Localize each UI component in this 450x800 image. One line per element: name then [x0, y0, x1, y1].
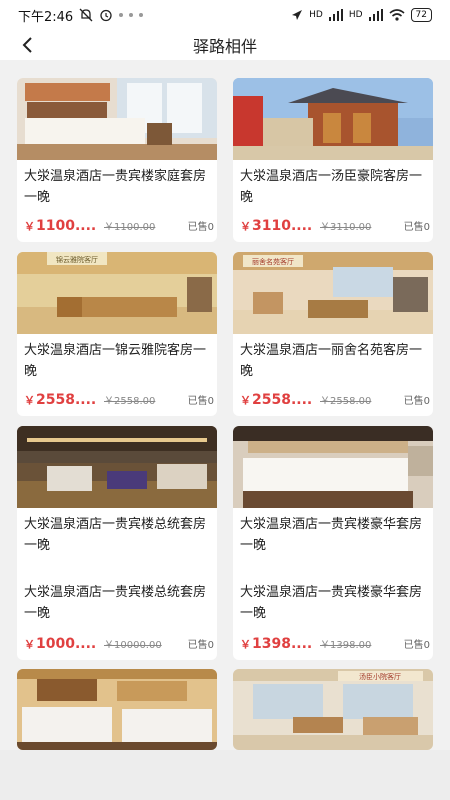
original-price: ￥2558.00 — [104, 396, 156, 407]
price: ￥1100.... — [24, 218, 97, 234]
signal-icon — [328, 9, 343, 21]
notification-dot — [119, 13, 124, 17]
sold-count: 已售0 — [187, 396, 214, 407]
price-row: ￥3110.... ￥3110.00 已售0 — [240, 218, 430, 234]
original-price: ￥3110.00 — [320, 222, 372, 233]
product-card-overlay[interactable]: 大泶温泉酒店一贵宾楼豪华套房一晚 ￥1398.... ￥1398.00 已售0 — [233, 574, 433, 660]
price: ￥2558.... — [24, 392, 97, 408]
product-image: 丽舍名苑客厅 — [233, 252, 433, 334]
signal-label-2: HD — [348, 10, 363, 20]
price-row: ￥1000.... ￥10000.00 已售0 — [24, 636, 214, 652]
original-price: ￥2558.00 — [320, 396, 372, 407]
product-title: 大泶温泉酒店一贵宾楼豪华套房一晚 — [240, 585, 423, 621]
price: ￥1000.... — [24, 636, 97, 652]
product-card[interactable]: 汤臣小院客厅 — [233, 669, 433, 750]
product-image — [17, 78, 217, 160]
price-row: ￥1100.... ￥1100.00 已售0 — [24, 218, 214, 234]
product-image — [17, 669, 217, 750]
image-sign: 汤臣小院客厅 — [359, 672, 401, 681]
sold-count: 已售0 — [187, 222, 214, 233]
nav-bar: 驿路相伴 — [0, 30, 450, 60]
price: ￥3110.... — [240, 218, 313, 234]
sold-count: 已售0 — [187, 640, 214, 651]
product-grid: 大泶温泉酒店一贵宾楼家庭套房一晚 ￥1100.... ￥1100.00 已售0 … — [0, 60, 450, 750]
battery-icon: 72 — [410, 8, 432, 22]
status-bar: 下午2:46 HD HD 72 — [0, 0, 450, 30]
product-card[interactable]: 大泶温泉酒店一汤臣豪院客房一晚 ￥3110.... ￥3110.00 已售0 — [233, 78, 433, 242]
product-image — [17, 426, 217, 508]
page-title: 驿路相伴 — [192, 37, 257, 56]
product-image: 锦云雅院客厅 — [17, 252, 217, 334]
signal-label-1: HD — [309, 10, 323, 20]
product-image: 汤臣小院客厅 — [233, 669, 433, 750]
sold-count: 已售0 — [403, 222, 430, 233]
product-title: 大泶温泉酒店一锦云雅院客房一晚 — [24, 343, 207, 379]
location-icon — [292, 10, 303, 20]
notification-dot — [129, 13, 134, 17]
notification-dot — [139, 13, 144, 17]
original-price: ￥1100.00 — [104, 222, 156, 233]
product-title: 大泶温泉酒店一丽舍名苑客房一晚 — [240, 343, 423, 379]
product-image — [233, 78, 433, 160]
product-card[interactable] — [17, 669, 217, 750]
product-title: 大泶温泉酒店一贵宾楼总统套房一晚 — [24, 517, 207, 553]
product-card-overlay[interactable]: 大泶温泉酒店一贵宾楼总统套房一晚 ￥1000.... ￥10000.00 已售0 — [17, 574, 217, 660]
product-title: 大泶温泉酒店一贵宾楼家庭套房一晚 — [24, 169, 207, 205]
mute-icon — [79, 8, 93, 22]
product-card[interactable]: 大泶温泉酒店一贵宾楼豪华套房一晚 — [233, 426, 433, 590]
price: ￥2558.... — [240, 392, 313, 408]
product-title: 大泶温泉酒店一汤臣豪院客房一晚 — [240, 169, 423, 205]
image-sign: 丽舍名苑客厅 — [252, 257, 294, 266]
product-title: 大泶温泉酒店一贵宾楼总统套房一晚 — [24, 585, 207, 621]
bottom-safe-area — [0, 750, 450, 800]
sold-count: 已售0 — [403, 396, 430, 407]
product-card[interactable]: 丽舍名苑客厅 大泶温泉酒店一丽舍名苑客房一晚 ￥2558.... ￥2558.0… — [233, 252, 433, 416]
product-card[interactable]: 大泶温泉酒店一贵宾楼总统套房一晚 — [17, 426, 217, 590]
product-card[interactable]: 锦云雅院客厅 大泶温泉酒店一锦云雅院客房一晚 ￥2558.... ￥2558.0… — [17, 252, 217, 416]
alarm-icon — [100, 9, 112, 22]
wifi-icon — [389, 9, 405, 21]
price-row: ￥2558.... ￥2558.00 已售0 — [240, 392, 430, 408]
product-title: 大泶温泉酒店一贵宾楼豪华套房一晚 — [240, 517, 423, 553]
status-time: 下午2:46 — [18, 9, 74, 25]
sold-count: 已售0 — [403, 640, 430, 651]
original-price: ￥10000.00 — [104, 640, 162, 651]
price-row: ￥1398.... ￥1398.00 已售0 — [240, 636, 430, 652]
price: ￥1398.... — [240, 636, 313, 652]
chevron-left-icon — [22, 37, 32, 53]
image-sign: 锦云雅院客厅 — [56, 255, 98, 264]
product-image — [233, 426, 433, 508]
original-price: ￥1398.00 — [320, 640, 372, 651]
price-row: ￥2558.... ￥2558.00 已售0 — [24, 392, 214, 408]
back-button[interactable] — [14, 32, 40, 58]
signal-icon-2 — [368, 9, 383, 21]
product-card[interactable]: 大泶温泉酒店一贵宾楼家庭套房一晚 ￥1100.... ￥1100.00 已售0 — [17, 78, 217, 242]
